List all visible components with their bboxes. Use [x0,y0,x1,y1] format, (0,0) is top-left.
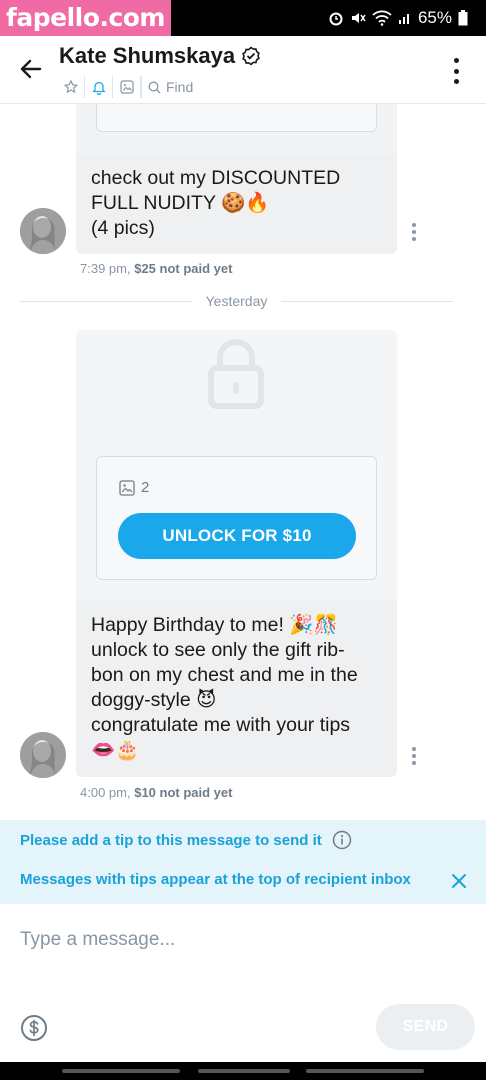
message-input[interactable] [20,922,460,958]
find-button[interactable]: Find [141,76,193,98]
dollar-tip-icon[interactable] [20,1014,48,1042]
wifi-icon [372,10,392,26]
tip-priority-notice: Messages with tips appear at the top of … [20,871,411,888]
send-button[interactable]: SEND [376,1004,475,1050]
media-gallery-button[interactable] [113,76,141,98]
avatar[interactable] [20,732,66,778]
more-options-button[interactable] [444,56,468,86]
header-toolbar: Find [57,76,193,98]
message-options-button[interactable] [410,223,418,241]
info-icon[interactable] [332,830,352,850]
message-bubble: 2 UNLOCK FOR $10 Happy Birthday to me! 🎉… [76,330,397,777]
status-icons: 65% [328,0,468,36]
find-label: Find [166,79,194,95]
avatar-photo-icon [20,208,66,254]
bell-icon [91,81,106,95]
message-time: 4:00 pm, [80,785,131,800]
message-time: 7:39 pm, [80,261,131,276]
message-meta: 4:00 pm, $10 not paid yet [80,785,232,800]
unlock-button[interactable]: UNLOCK FOR $10 [118,513,356,559]
message-list[interactable]: check out my DISCOUNTED FULL NUDITY 🍪🔥 (… [0,104,486,820]
back-button[interactable] [14,52,48,86]
close-icon[interactable] [450,872,468,890]
date-divider-label: Yesterday [205,293,268,309]
message-meta: 7:39 pm, $25 not paid yet [80,261,232,276]
mute-icon [351,13,366,23]
avatar-photo-icon [20,732,66,778]
battery-percent: 65% [417,8,452,27]
contact-name: Kate Shumskaya [59,43,236,68]
lock-icon [208,339,264,409]
signal-icon [398,14,409,24]
nav-home-button[interactable] [198,1069,290,1073]
arrow-left-icon [20,59,42,79]
status-bar: fapello.com 65% [0,0,486,36]
image-icon [119,479,135,496]
image-icon [119,80,134,94]
verified-badge-icon [242,46,260,66]
locked-media-box [96,104,377,132]
price-status: $25 not paid yet [134,261,233,276]
nav-recents-button[interactable] [62,1069,180,1073]
message-bubble: check out my DISCOUNTED FULL NUDITY 🍪🔥 (… [76,104,397,254]
battery-icon [458,10,468,26]
date-divider: Yesterday [20,291,453,311]
system-nav-bar [0,1062,486,1080]
message-text: Happy Birthday to me! 🎉🎊 unlock to see o… [91,614,358,761]
locked-media-box: 2 UNLOCK FOR $10 [96,456,377,580]
message-text: check out my DISCOUNTED FULL NUDITY 🍪🔥 (… [91,167,341,239]
avatar[interactable] [20,208,66,254]
alarm-icon [329,12,343,26]
favorite-button[interactable] [57,76,85,98]
search-icon [148,81,161,93]
media-count: 2 [119,479,149,496]
tip-required-notice: Please add a tip to this message to send… [20,830,352,850]
media-count-value: 2 [141,479,150,496]
message-composer: SEND [0,904,486,1050]
notifications-button[interactable] [85,76,113,98]
page-title[interactable]: Kate Shumskaya [59,43,261,69]
price-status: $10 not paid yet [134,785,233,800]
message-options-button[interactable] [410,747,418,765]
star-icon [63,80,78,94]
tip-banner: Please add a tip to this message to send… [0,820,486,904]
tip-required-text: Please add a tip to this message to send… [20,831,322,849]
chat-header: Kate Shumskaya Find [0,36,486,104]
watermark: fapello.com [0,0,171,36]
nav-back-button[interactable] [306,1069,424,1073]
